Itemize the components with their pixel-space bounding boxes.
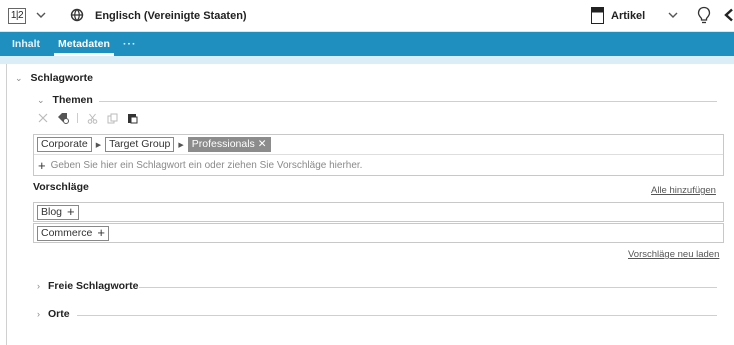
suggestion-row: Commerce + (33, 223, 724, 243)
plus-icon[interactable]: + (97, 226, 105, 239)
chevron-down-icon[interactable] (667, 9, 679, 21)
subsection-themen[interactable]: ⌄ Themen (37, 94, 93, 106)
chevron-right-icon: › (37, 309, 40, 319)
suggestion-row: Blog + (33, 202, 724, 222)
copy-icon[interactable] (106, 112, 118, 124)
suggestion-chip-commerce[interactable]: Commerce + (37, 225, 109, 241)
chevron-right-icon: › (37, 281, 40, 291)
page-number-icon[interactable]: 1|2 (8, 8, 26, 24)
tag-toolbar (37, 111, 138, 125)
top-bar: 1|2 Englisch (Vereinigte Staaten) Artike… (0, 0, 734, 32)
chevron-down-icon: ⌄ (37, 95, 45, 105)
divider (99, 101, 717, 102)
path-separator-icon: ▶ (178, 141, 184, 149)
divider (77, 315, 717, 316)
subsection-freie-schlagworte[interactable]: › Freie Schlagworte (37, 280, 138, 292)
suggestion-chip-blog[interactable]: Blog + (37, 204, 79, 220)
tab-inhalt[interactable]: Inhalt (12, 32, 40, 56)
subsection-orte[interactable]: › Orte (37, 308, 70, 320)
tag-chip-corporate[interactable]: Corporate (37, 137, 92, 152)
section-schlagworte[interactable]: ⌄ Schlagworte (15, 72, 93, 84)
path-separator-icon: ▶ (95, 141, 102, 149)
chevron-down-icon: ⌄ (15, 73, 23, 83)
lightbulb-icon[interactable] (697, 6, 711, 25)
remove-tag-icon[interactable]: ✕ (258, 138, 267, 150)
paste-icon[interactable] (126, 112, 138, 124)
subsection-title: Themen (52, 94, 93, 106)
suggestions-title: Vorschläge (33, 181, 89, 193)
doc-type-selector[interactable]: Artikel (611, 10, 645, 22)
arrow-left-icon[interactable] (723, 8, 734, 22)
plus-icon[interactable]: + (38, 159, 46, 172)
toolbar-separator (77, 113, 78, 123)
tag-chip-target-group[interactable]: Target Group (105, 137, 175, 152)
delete-icon[interactable] (37, 112, 49, 124)
chevron-down-icon[interactable] (35, 9, 47, 21)
divider (139, 287, 717, 288)
metadata-panel: ⌄ Schlagworte ⌄ Themen Corporate ▶ Target … (6, 64, 734, 345)
plus-icon[interactable]: + (67, 205, 75, 218)
tab-metadaten[interactable]: Metadaten (54, 32, 114, 56)
language-selector[interactable]: Englisch (Vereinigte Staaten) (95, 10, 247, 22)
tab-more-menu[interactable]: ··· (123, 32, 137, 56)
globe-icon[interactable] (70, 8, 84, 22)
cut-icon[interactable] (86, 112, 98, 124)
theme-tag-box: Corporate ▶ Target Group ▶ Professionals… (33, 134, 724, 176)
add-all-link[interactable]: Alle hinzufügen (651, 185, 716, 196)
tab-bar: Inhalt Metadaten ··· (0, 32, 734, 56)
tag-settings-icon[interactable] (57, 112, 69, 124)
tag-add-row[interactable]: + Geben Sie hier ein Schlagwort ein oder… (34, 155, 723, 175)
tag-path-row: Corporate ▶ Target Group ▶ Professionals… (34, 135, 723, 155)
document-icon (591, 7, 604, 24)
section-title: Schlagworte (30, 72, 93, 84)
tag-chip-professionals[interactable]: Professionals ✕ (187, 137, 271, 152)
reload-suggestions-link[interactable]: Vorschläge neu laden (628, 249, 719, 260)
tab-divider (0, 56, 734, 64)
subsection-title: Freie Schlagworte (48, 280, 139, 292)
tag-input-hint[interactable]: Geben Sie hier ein Schlagwort ein oder z… (51, 160, 363, 171)
subsection-title: Orte (48, 308, 70, 320)
